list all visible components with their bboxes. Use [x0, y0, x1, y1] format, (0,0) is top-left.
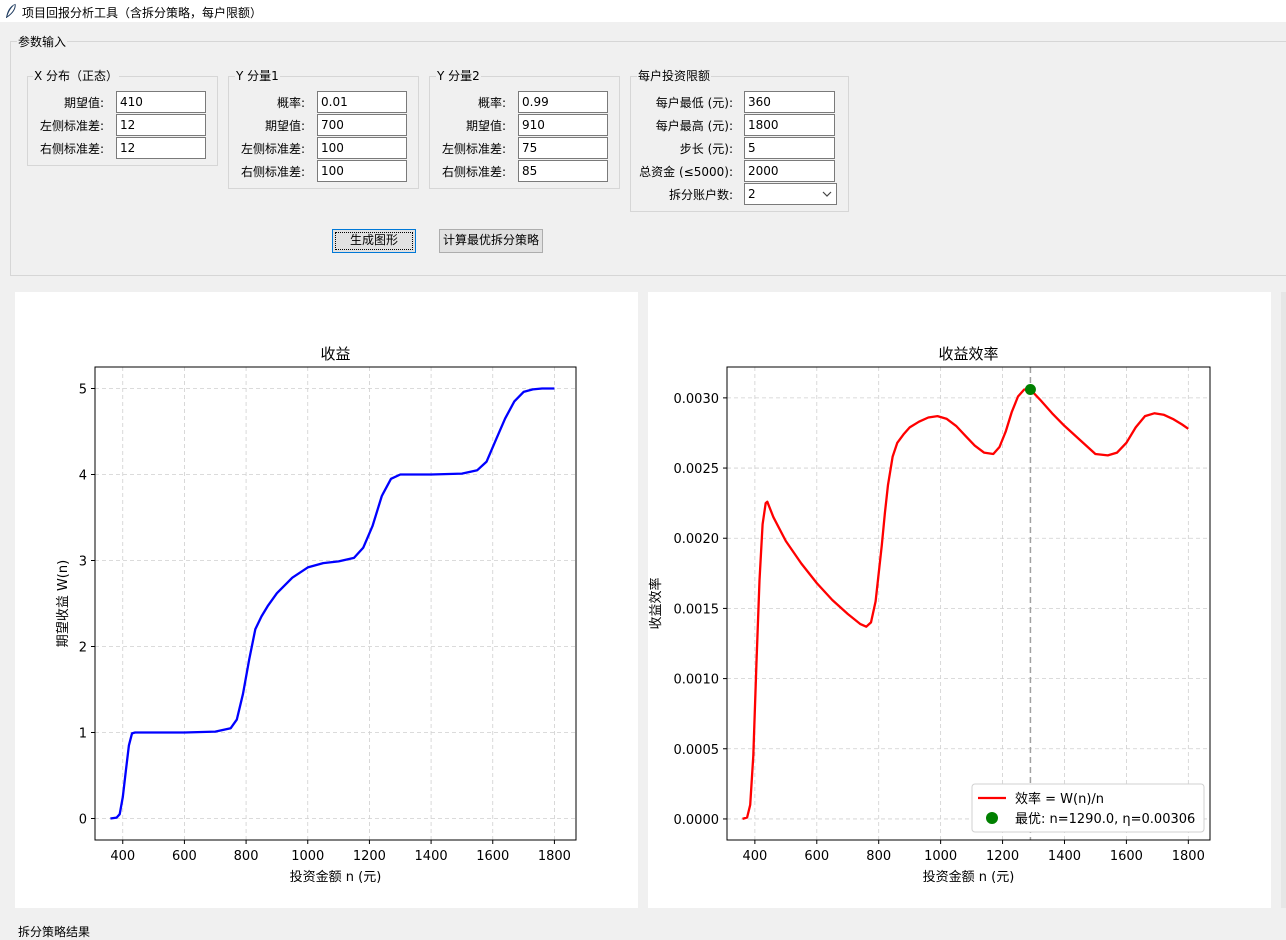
x-tick-label: 1400	[1048, 849, 1081, 864]
x-mean-input[interactable]: 410	[116, 91, 206, 113]
scrollbar-strip[interactable]	[1281, 292, 1286, 908]
y-tick-label: 0.0010	[674, 673, 720, 688]
x-tick-label: 400	[742, 849, 767, 864]
efficiency-chart: 400 600 800 1000 1200 1400 1600 1800 0.0000 0.000…	[648, 345, 1211, 885]
x-tick-label: 1000	[291, 849, 324, 864]
y1-prob-label: 概率:	[276, 96, 305, 110]
split-accounts-label: 拆分账户数:	[668, 188, 733, 202]
title-bar: 项目回报分析工具（含拆分策略，每户限额）	[0, 0, 1286, 22]
y1-mean-input[interactable]: 700	[317, 114, 407, 136]
x-tick-label: 1400	[415, 849, 448, 864]
y1-left-std-label: 左侧标准差:	[240, 142, 305, 156]
y2-mean-input[interactable]: 910	[518, 114, 608, 136]
y-tick-label: 0.0020	[674, 532, 720, 547]
x-tick-label: 800	[866, 849, 891, 864]
x-tick-label: 1800	[1172, 849, 1205, 864]
y2-group-title: Y 分量2	[436, 69, 481, 83]
y2-prob-label: 概率:	[477, 96, 506, 110]
x-tick-label: 1000	[924, 849, 957, 864]
window-title: 项目回报分析工具（含拆分策略，每户限额）	[22, 6, 263, 20]
y-tick-label: 1	[79, 727, 87, 742]
x-tick-label: 1600	[476, 849, 509, 864]
y1-right-std-input[interactable]: 100	[317, 160, 407, 182]
params-frame-title: 参数输入	[17, 35, 68, 49]
revenue-chart: 400 600 800 1000 1200 1400 1600 1800 0 1 2 3 4 5 收益投资金…	[55, 345, 577, 885]
y-tick-label: 3	[79, 555, 87, 570]
y-tick-label: 0.0000	[674, 813, 720, 828]
split-accounts-combobox[interactable]: 2	[744, 183, 837, 205]
y2-left-std-input[interactable]: 75	[518, 137, 608, 159]
x-group-title: X 分布（正态）	[33, 69, 120, 83]
y1-right-std-label: 右侧标准差:	[240, 165, 305, 179]
x-tick-label: 800	[234, 849, 259, 864]
x-axis-label: 投资金额 n (元)	[290, 869, 382, 885]
y2-right-std-input[interactable]: 85	[518, 160, 608, 182]
y-tick-label: 0	[79, 813, 87, 828]
legend-label-optimum: 最优: n=1290.0, η=0.00306	[1015, 812, 1195, 827]
y-tick-label: 4	[79, 469, 87, 484]
x-right-std-input[interactable]: 12	[116, 137, 206, 159]
x-left-std-label: 左侧标准差:	[39, 119, 104, 133]
series-line	[742, 388, 1189, 821]
min-per-account-label: 每户最低 (元):	[655, 96, 733, 110]
plot-frame	[94, 366, 577, 841]
y-tick-label: 0.0005	[674, 743, 720, 758]
x-axis-label: 投资金额 n (元)	[923, 869, 1015, 885]
step-label: 步长 (元):	[679, 142, 733, 156]
x-tick-label: 1800	[538, 849, 571, 864]
generate-chart-button[interactable]: 生成图形	[332, 229, 416, 253]
legend-label-efficiency: 效率 = W(n)/n	[1015, 791, 1104, 807]
feather-icon	[6, 3, 16, 18]
min-per-account-input[interactable]: 360	[744, 91, 835, 113]
step-input[interactable]: 5	[744, 137, 835, 159]
x-right-std-label: 右侧标准差:	[39, 142, 104, 156]
x-tick-label: 1600	[1110, 849, 1143, 864]
total-fund-input[interactable]: 2000	[744, 160, 835, 182]
y2-right-std-label: 右侧标准差:	[441, 165, 506, 179]
optimum-marker	[1024, 383, 1036, 395]
series-line	[110, 387, 555, 820]
y1-mean-label: 期望值:	[264, 119, 305, 133]
max-per-account-label: 每户最高 (元):	[655, 119, 733, 133]
max-per-account-input[interactable]: 1800	[744, 114, 835, 136]
y-axis-label: 期望收益 W(n)	[55, 560, 71, 647]
x-tick-label: 400	[110, 849, 135, 864]
chevron-down-icon[interactable]	[822, 188, 832, 200]
efficiency-chart-panel: 400 600 800 1000 1200 1400 1600 1800 0.0000 0.000…	[648, 292, 1271, 908]
legend-marker-swatch	[986, 812, 998, 824]
y2-prob-input[interactable]: 0.99	[518, 91, 608, 113]
y1-left-std-input[interactable]: 100	[317, 137, 407, 159]
y-tick-label: 0.0030	[674, 392, 720, 407]
x-mean-label: 期望值:	[63, 96, 104, 110]
x-tick-label: 1200	[986, 849, 1019, 864]
x-tick-label: 600	[172, 849, 197, 864]
y2-left-std-label: 左侧标准差:	[441, 142, 506, 156]
y2-mean-label: 期望值:	[465, 119, 506, 133]
chart-title: 收益效率	[938, 345, 998, 363]
total-fund-label: 总资金 (≤5000):	[639, 165, 733, 179]
revenue-chart-panel: 400 600 800 1000 1200 1400 1600 1800 0 1 2 3 4 5 收益投资金…	[15, 292, 638, 908]
compute-optimal-split-button[interactable]: 计算最优拆分策略	[439, 229, 543, 253]
split-accounts-value: 2	[748, 187, 756, 201]
limit-group-title: 每户投资限额	[637, 69, 712, 83]
y-tick-label: 0.0015	[674, 602, 720, 617]
y1-prob-input[interactable]: 0.01	[317, 91, 407, 113]
x-tick-label: 600	[804, 849, 829, 864]
y-tick-label: 5	[79, 383, 87, 398]
x-tick-label: 1200	[353, 849, 386, 864]
y-axis-label: 收益效率	[648, 577, 664, 629]
chart-title: 收益	[320, 345, 350, 363]
y-tick-label: 0.0025	[674, 462, 720, 477]
y1-group-title: Y 分量1	[235, 69, 280, 83]
y-tick-label: 2	[79, 641, 87, 656]
x-left-std-input[interactable]: 12	[116, 114, 206, 136]
